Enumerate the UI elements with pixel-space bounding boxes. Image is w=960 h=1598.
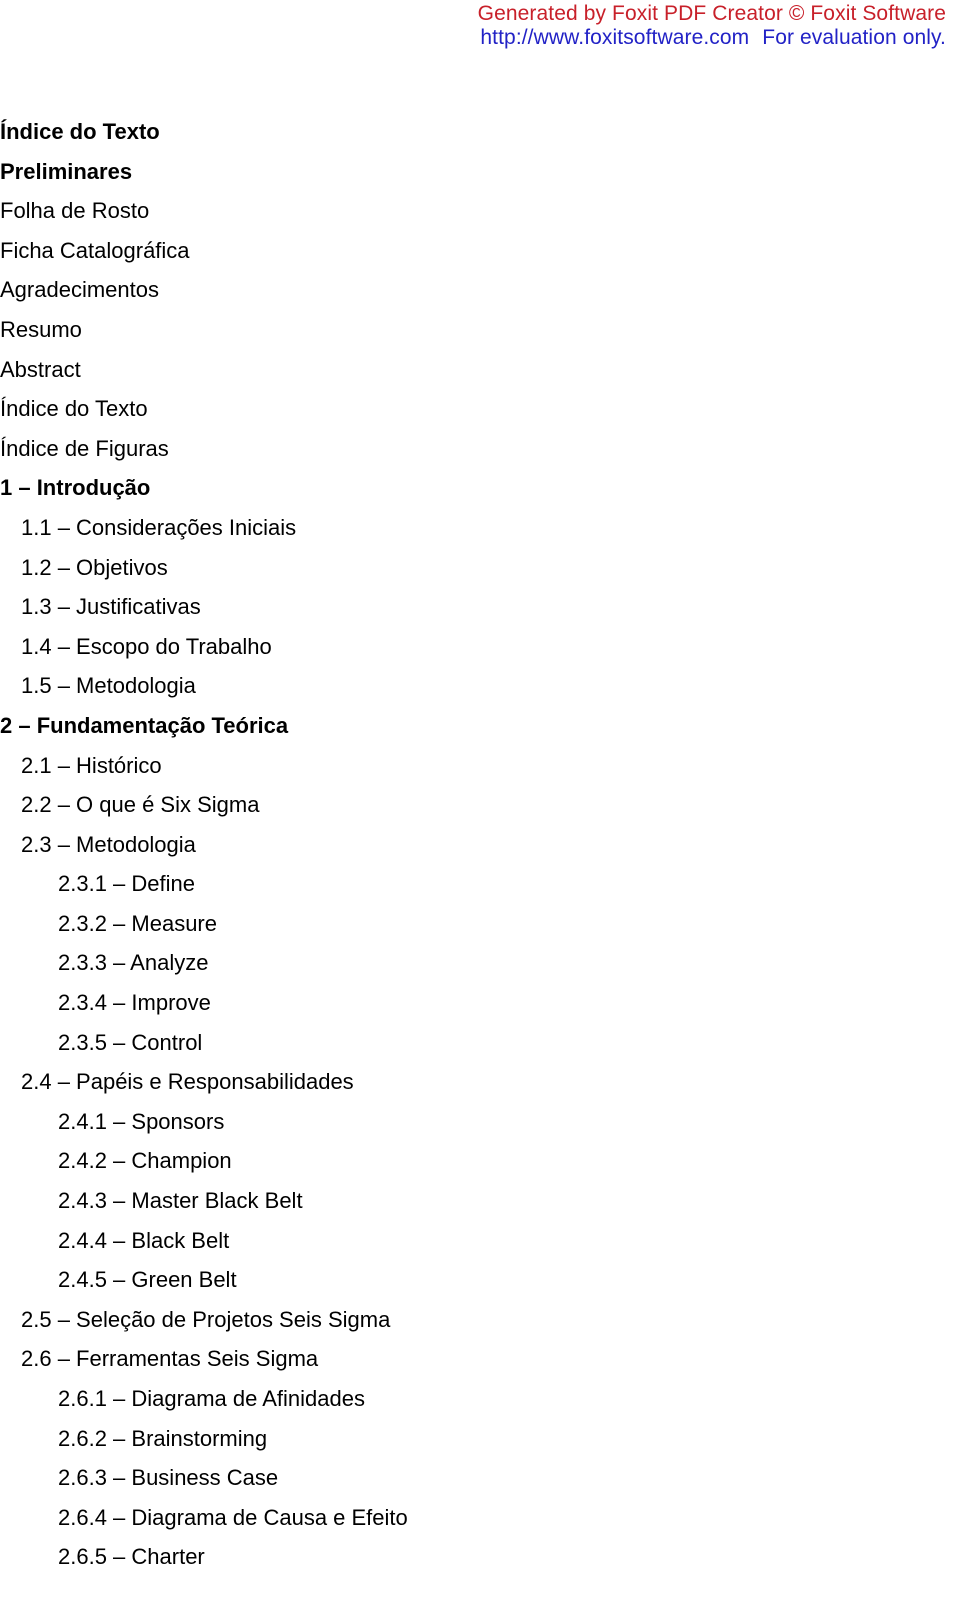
watermark-url-line: http://www.foxitsoftware.com For evaluati… — [0, 26, 946, 50]
foxit-watermark-header: Generated by Foxit PDF Creator © Foxit S… — [0, 0, 960, 50]
toc-entry[interactable]: 1.1 – Considerações Iniciais — [21, 508, 960, 548]
toc-entry[interactable]: Índice do Texto — [0, 389, 960, 429]
watermark-generated-by-line: Generated by Foxit PDF Creator © Foxit S… — [477, 2, 946, 25]
toc-entry[interactable]: Índice de Figuras — [0, 429, 960, 469]
toc-entry[interactable]: 2.3.3 – Analyze — [58, 943, 960, 983]
toc-entry[interactable]: Índice do Texto — [0, 112, 960, 152]
toc-entry[interactable]: 2.4 – Papéis e Responsabilidades — [21, 1062, 960, 1102]
toc-entry[interactable]: 2.6.5 – Charter — [58, 1537, 960, 1577]
toc-entry[interactable]: 1.5 – Metodologia — [21, 666, 960, 706]
toc-entry[interactable]: 1 – Introdução — [0, 468, 960, 508]
toc-entry[interactable]: Agradecimentos — [0, 270, 960, 310]
toc-entry[interactable]: 2.2 – O que é Six Sigma — [21, 785, 960, 825]
toc-entry[interactable]: 2 – Fundamentação Teórica — [0, 706, 960, 746]
toc-entry[interactable]: 2.4.5 – Green Belt — [58, 1260, 960, 1300]
toc-entry[interactable]: 2.4.3 – Master Black Belt — [58, 1181, 960, 1221]
toc-entry[interactable]: 2.6.3 – Business Case — [58, 1458, 960, 1498]
toc-entry[interactable]: 2.3.1 – Define — [58, 864, 960, 904]
toc-entry[interactable]: 2.3.5 – Control — [58, 1023, 960, 1063]
toc-entry[interactable]: Ficha Catalográfica — [0, 231, 960, 271]
toc-entry[interactable]: 2.3 – Metodologia — [21, 825, 960, 865]
table-of-contents: Índice do Texto Preliminares Folha de Rost… — [0, 112, 960, 1577]
toc-entry[interactable]: 2.6.1 – Diagrama de Afinidades — [58, 1379, 960, 1419]
toc-entry[interactable]: 2.1 – Histórico — [21, 746, 960, 786]
toc-entry[interactable]: 2.3.2 – Measure — [58, 904, 960, 944]
toc-entry[interactable]: 2.4.4 – Black Belt — [58, 1221, 960, 1261]
toc-entry[interactable]: 2.4.2 – Champion — [58, 1141, 960, 1181]
toc-entry[interactable]: 2.6.4 – Diagrama de Causa e Efeito — [58, 1498, 960, 1538]
toc-entry[interactable]: Abstract — [0, 350, 960, 390]
toc-entry[interactable]: Preliminares — [0, 152, 960, 192]
watermark-url-text: http://www.foxitsoftware.com — [480, 26, 750, 49]
toc-entry[interactable]: 1.3 – Justificativas — [21, 587, 960, 627]
toc-entry[interactable]: 1.2 – Objetivos — [21, 548, 960, 588]
toc-entry[interactable]: 2.5 – Seleção de Projetos Seis Sigma — [21, 1300, 960, 1340]
toc-entry[interactable]: Folha de Rosto — [0, 191, 960, 231]
toc-entry[interactable]: 2.6 – Ferramentas Seis Sigma — [21, 1339, 960, 1379]
toc-entry[interactable]: 2.3.4 – Improve — [58, 983, 960, 1023]
watermark-evaluation-note: For evaluation only. — [762, 26, 946, 49]
toc-entry[interactable]: 2.4.1 – Sponsors — [58, 1102, 960, 1142]
toc-entry[interactable]: Resumo — [0, 310, 960, 350]
toc-entry[interactable]: 1.4 – Escopo do Trabalho — [21, 627, 960, 667]
toc-entry[interactable]: 2.6.2 – Brainstorming — [58, 1419, 960, 1459]
